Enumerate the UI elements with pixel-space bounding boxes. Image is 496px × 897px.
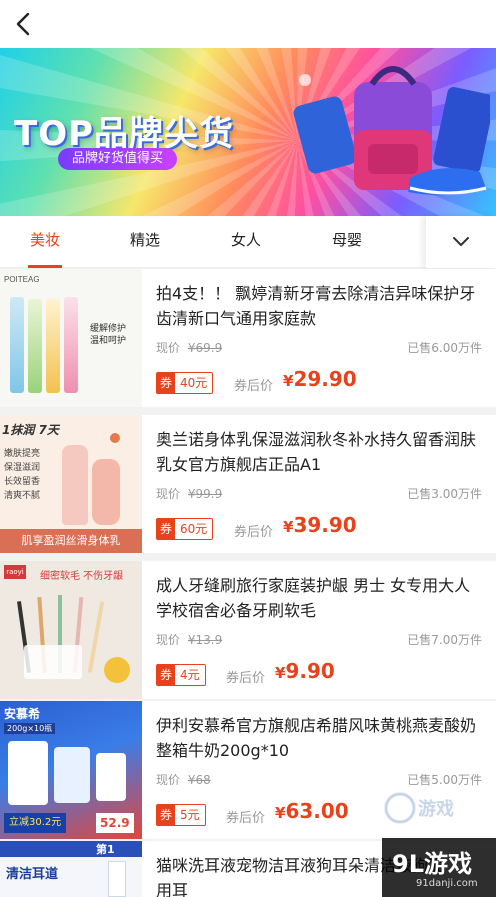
- original-price-label: 现价: [156, 633, 181, 647]
- svg-text:游戏: 游戏: [418, 798, 454, 820]
- thumb-headline: 200g×10瓶: [4, 723, 56, 734]
- sold-count: 已售3.00万件: [407, 487, 482, 501]
- product-thumbnail[interactable]: raoyi 细密软毛 不伤牙龈: [0, 561, 142, 699]
- coupon-value: 40元: [180, 376, 208, 390]
- after-coupon-price: ¥63.00: [275, 799, 349, 823]
- back-button[interactable]: [8, 8, 40, 40]
- thumb-brand: 安慕希: [4, 707, 41, 721]
- product-title[interactable]: 成人牙缝刷旅行家庭装护龈 男士 女专用大人学校宿舍必备牙刷软毛: [156, 573, 486, 623]
- thumb-brand: POITEAG: [4, 275, 40, 284]
- after-coupon-price: ¥39.90: [283, 513, 357, 537]
- product-title[interactable]: 拍4支！！ 飘婷清新牙膏去除清洁异味保护牙齿清新口气通用家庭款: [156, 281, 486, 331]
- coupon-value: 60元: [180, 522, 208, 536]
- original-price-label: 现价: [156, 773, 181, 787]
- after-coupon-label: 券后价: [234, 379, 274, 394]
- after-coupon-label: 券后价: [226, 811, 266, 826]
- category-tabs: 美妆 精选 女人 母婴: [0, 216, 496, 268]
- original-price: ¥68: [187, 773, 211, 787]
- coupon-badge[interactable]: 券 40元: [156, 372, 214, 394]
- product-thumbnail[interactable]: 第1 清洁耳道: [0, 841, 142, 897]
- banner-product-art: [293, 66, 490, 196]
- after-coupon-price: ¥29.90: [283, 367, 357, 391]
- chevron-left-icon: [16, 12, 30, 36]
- thumb-price: 52.9: [96, 813, 134, 833]
- top-bar: [0, 0, 496, 48]
- chevron-down-icon: [453, 237, 469, 246]
- coupon-badge[interactable]: 券 60元: [156, 518, 214, 540]
- thumb-brand: raoyi: [4, 565, 26, 579]
- original-price: ¥99.9: [187, 487, 223, 501]
- after-coupon-label: 券后价: [226, 671, 266, 686]
- product-thumbnail[interactable]: 安慕希 200g×10瓶 立减30.2元 52.9: [0, 701, 142, 839]
- after-coupon-label: 券后价: [234, 525, 274, 540]
- product-card[interactable]: 1抹润 7天 嫩肤提亮 保湿滋润 长效留香 清爽不腻 肌享盈润丝滑身体乳 奥兰诺…: [0, 415, 496, 553]
- original-price-label: 现价: [156, 487, 181, 501]
- original-price-label: 现价: [156, 341, 181, 355]
- banner-subtitle: 品牌好货值得买: [58, 148, 178, 170]
- product-title[interactable]: 伊利安慕希官方旗舰店希腊风味黄桃燕麦酸奶整箱牛奶200g*10: [156, 713, 486, 763]
- tab-mother-baby[interactable]: 母婴: [330, 216, 364, 268]
- after-coupon-price: ¥9.90: [275, 659, 335, 683]
- tab-women[interactable]: 女人: [229, 216, 263, 268]
- thumb-headline: 清洁耳道: [6, 867, 59, 882]
- product-card[interactable]: raoyi 细密软毛 不伤牙龈 成人牙缝刷旅行家庭装护龈 男士 女专用大人学校宿…: [0, 561, 496, 699]
- thumb-footer: 肌享盈润丝滑身体乳: [0, 529, 142, 553]
- coupon-badge[interactable]: 券 5元: [156, 804, 206, 826]
- sold-count: 已售6.00万件: [407, 341, 482, 355]
- original-price: ¥13.9: [187, 633, 223, 647]
- thumb-footer: 立减30.2元: [4, 813, 67, 833]
- thumb-text-1: 缓解修护: [90, 324, 127, 334]
- sold-count: 已售7.00万件: [407, 633, 482, 647]
- product-thumbnail[interactable]: POITEAG 缓解修护 温和呵护: [0, 269, 142, 407]
- thumb-headline: 细密软毛 不伤牙龈: [40, 571, 124, 582]
- thumb-headline: 1抹润 7天: [2, 423, 59, 437]
- product-card[interactable]: POITEAG 缓解修护 温和呵护 拍4支！！ 飘婷清新牙膏去除清洁异味保护牙齿…: [0, 269, 496, 407]
- coupon-value: 4元: [180, 668, 200, 682]
- sold-count: 已售5.00万件: [407, 773, 482, 787]
- coupon-badge[interactable]: 券 4元: [156, 664, 206, 686]
- coupon-value: 5元: [180, 808, 200, 822]
- tab-selected[interactable]: 精选: [128, 216, 162, 268]
- thumb-text-2: 温和呵护: [90, 336, 127, 346]
- watermark-badge: 9L游戏 91danji.com: [382, 838, 496, 897]
- promo-banner[interactable]: TOP品牌尖货 品牌好货值得买: [0, 48, 496, 216]
- tab-makeup[interactable]: 美妆: [28, 216, 62, 268]
- watermark-url: 91danji.com: [416, 878, 478, 889]
- watermark-logo: 9L游戏: [392, 850, 472, 878]
- product-title[interactable]: 奥兰诺身体乳保湿滋润秋冬补水持久留香润肤乳女官方旗舰店正品A1: [156, 427, 486, 477]
- product-thumbnail[interactable]: 1抹润 7天 嫩肤提亮 保湿滋润 长效留香 清爽不腻 肌享盈润丝滑身体乳: [0, 415, 142, 553]
- tabs-expand-button[interactable]: [426, 216, 496, 268]
- original-price: ¥69.9: [187, 341, 223, 355]
- watermark-logo-faint: 游戏: [384, 790, 484, 826]
